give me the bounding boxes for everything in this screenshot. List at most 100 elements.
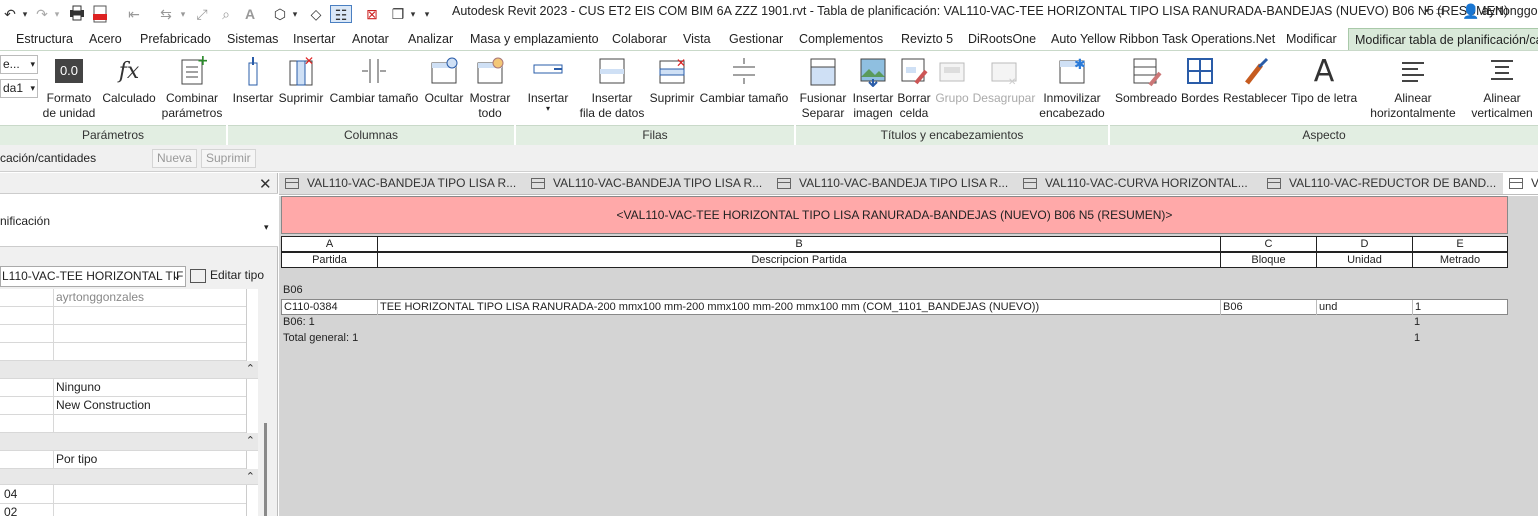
thin-lines-icon[interactable]: ☷ [330, 5, 352, 23]
column-header[interactable]: Bloque [1221, 253, 1317, 267]
property-row[interactable] [0, 415, 258, 433]
table-cell[interactable]: C110-0384 [282, 300, 378, 315]
view-tab-active[interactable]: V [1503, 173, 1538, 194]
binoculars-icon[interactable]: ⌗ [1436, 3, 1444, 20]
suprimir-button[interactable]: Suprimir [201, 149, 256, 168]
ribbon-dropdown-2[interactable]: da1 ▾ [0, 79, 38, 98]
subtotal-row[interactable]: B06: 1 1 [281, 315, 1508, 331]
property-row[interactable]: Por tipo [0, 451, 258, 469]
table-cell[interactable]: 1 [1413, 300, 1507, 315]
tab-acero[interactable]: Acero [83, 28, 128, 50]
view-tab[interactable]: VAL110-VAC-REDUCTOR DE BAND... [1261, 173, 1503, 194]
column-letter[interactable]: D [1317, 237, 1413, 251]
format-unit-button[interactable]: 0.0 Formato de unidad [42, 51, 96, 123]
schedule-title[interactable]: <VAL110-VAC-TEE HORIZONTAL TIPO LISA RAN… [281, 196, 1508, 234]
tab-masa-emplazamiento[interactable]: Masa y emplazamiento [464, 28, 605, 50]
row-insert-button[interactable]: Insertar ▾ [522, 51, 574, 123]
close-hidden-windows-icon[interactable]: ⊠ [362, 5, 382, 23]
view-tab[interactable]: VAL110-VAC-BANDEJA TIPO LISA R... [279, 173, 525, 194]
align-horizontal-button[interactable]: Alinear horizontalmente [1366, 51, 1460, 123]
tab-auto-yellow-ribbon[interactable]: Auto Yellow Ribbon Task Operations.Net [1045, 28, 1281, 50]
merge-unmerge-button[interactable]: Fusionar Separar [798, 51, 848, 123]
row-delete-button[interactable]: ✕ Suprimir [648, 51, 696, 123]
3d-view-dropdown-icon[interactable]: ▾ [290, 5, 300, 23]
section-icon[interactable]: ◇ [306, 5, 326, 23]
calculated-button[interactable]: fx Calculado [100, 51, 158, 123]
column-letter[interactable]: C [1221, 237, 1317, 251]
tab-complementos[interactable]: Complementos [793, 28, 889, 50]
group-button[interactable]: Grupo [934, 51, 970, 123]
property-row[interactable]: New Construction [0, 397, 258, 415]
column-header[interactable]: Unidad [1317, 253, 1413, 267]
measure-icon[interactable]: ⇤ [124, 5, 144, 23]
tab-revizto[interactable]: Revizto 5 [895, 28, 959, 50]
tab-estructura[interactable]: Estructura [10, 28, 79, 50]
user-name[interactable]: ayrtonggo [1482, 4, 1538, 18]
property-row[interactable] [0, 307, 258, 325]
property-group-header[interactable]: ⌃ [0, 433, 258, 451]
font-button[interactable]: A Tipo de letra [1288, 51, 1360, 123]
view-tab[interactable]: VAL110-VAC-BANDEJA TIPO LISA R... [771, 173, 1017, 194]
customize-toolbar-icon[interactable]: ▾ [422, 5, 432, 23]
tab-dirootsone[interactable]: DiRootsOne [962, 28, 1042, 50]
user-icon[interactable]: 👤 [1462, 3, 1479, 20]
properties-scrollbar[interactable] [264, 423, 267, 516]
shading-button[interactable]: Sombreado [1114, 51, 1178, 123]
tag-icon[interactable]: ⌕ [216, 5, 236, 23]
property-row[interactable]: 02 [0, 504, 258, 516]
pdf-export-icon[interactable] [92, 5, 112, 23]
freeze-header-button[interactable]: ✱ Inmovilizar encabezado [1038, 51, 1106, 123]
column-header[interactable]: Partida [282, 253, 378, 267]
property-group-header[interactable]: ⌃ [0, 469, 258, 485]
collapse-icon[interactable]: ⌃ [246, 470, 255, 483]
clear-cell-button[interactable]: Borrar celda [896, 51, 932, 123]
column-insert-button[interactable]: Insertar [230, 51, 276, 123]
ungroup-button[interactable]: ✕ Desagrupar [972, 51, 1036, 123]
view-tab[interactable]: VAL110-VAC-CURVA HORIZONTAL... [1017, 173, 1261, 194]
column-resize-button[interactable]: Cambiar tamaño [328, 51, 420, 123]
tab-modificar-tabla[interactable]: Modificar tabla de planificación/ca [1348, 28, 1538, 51]
left-arrow-icon[interactable]: ◂ [1424, 5, 1429, 16]
close-icon[interactable]: ✕ [259, 175, 272, 193]
grand-total-row[interactable]: Total general: 1 1 [281, 331, 1508, 347]
column-letter[interactable]: A [282, 237, 378, 251]
tab-prefabricado[interactable]: Prefabricado [134, 28, 217, 50]
insert-image-button[interactable]: Insertar imagen [850, 51, 896, 123]
group-header-row[interactable]: B06 [281, 283, 1508, 299]
redo-dropdown-icon[interactable]: ▾ [52, 5, 62, 23]
print-icon[interactable] [68, 5, 88, 23]
chevron-down-icon[interactable]: ▾ [264, 222, 269, 233]
dimension-dropdown-icon[interactable]: ▾ [178, 5, 188, 23]
3d-view-icon[interactable]: ⬡ [270, 5, 290, 23]
column-delete-button[interactable]: ✕ Suprimir [276, 51, 326, 123]
nueva-button[interactable]: Nueva [152, 149, 197, 168]
table-cell[interactable]: und [1317, 300, 1413, 315]
tab-insertar[interactable]: Insertar [287, 28, 341, 50]
collapse-icon[interactable]: ⌃ [246, 362, 255, 375]
tab-colaborar[interactable]: Colaborar [606, 28, 673, 50]
column-letter[interactable]: B [378, 237, 1221, 251]
table-cell[interactable]: TEE HORIZONTAL TIPO LISA RANURADA-200 mm… [378, 300, 1221, 315]
column-header[interactable]: Descripcion Partida [378, 253, 1221, 267]
borders-button[interactable]: Bordes [1180, 51, 1220, 123]
view-tab[interactable]: VAL110-VAC-BANDEJA TIPO LISA R... [525, 173, 771, 194]
reset-button[interactable]: Restablecer [1222, 51, 1288, 123]
property-row[interactable]: 04 [0, 486, 258, 504]
undo-dropdown-icon[interactable]: ▾ [20, 5, 30, 23]
column-letter[interactable]: E [1413, 237, 1507, 251]
property-group-header[interactable]: ⌃ [0, 361, 258, 379]
spot-elevation-icon[interactable]: ⤢ [192, 5, 212, 23]
tab-gestionar[interactable]: Gestionar [723, 28, 789, 50]
property-row[interactable] [0, 343, 258, 361]
table-cell[interactable]: B06 [1221, 300, 1317, 315]
property-row[interactable] [0, 325, 258, 343]
text-icon[interactable]: A [240, 5, 260, 23]
property-row[interactable]: Ninguno [0, 379, 258, 397]
undo-icon[interactable]: ↶ [2, 5, 18, 23]
show-all-button[interactable]: Mostrar todo [466, 51, 514, 123]
align-vertical-button[interactable]: Alinear verticalmen [1466, 51, 1538, 123]
dimension-icon[interactable]: ⇆ [156, 5, 176, 23]
combine-parameters-button[interactable]: + Combinar parámetros [158, 51, 226, 123]
tab-modificar[interactable]: Modificar [1280, 28, 1343, 50]
ribbon-dropdown-1[interactable]: e... ▾ [0, 55, 38, 74]
